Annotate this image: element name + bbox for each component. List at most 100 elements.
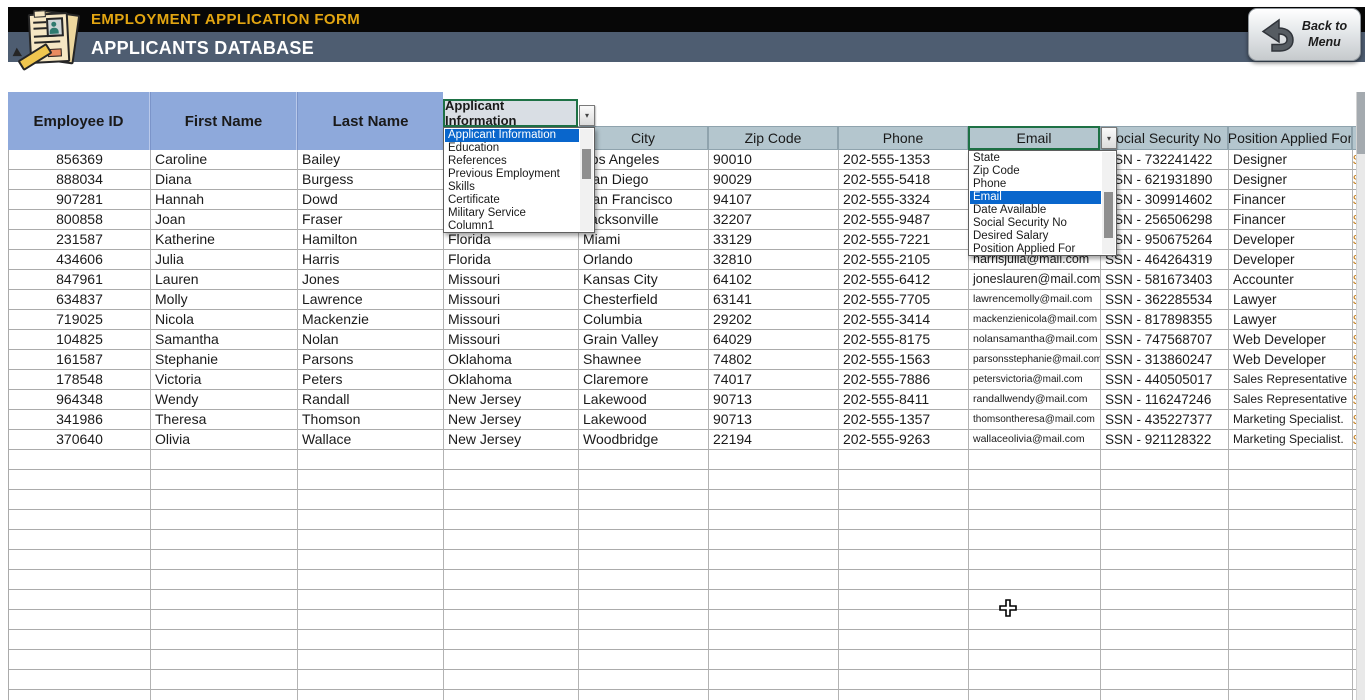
cell-empty[interactable] [9, 610, 151, 630]
cell-empty[interactable] [298, 590, 444, 610]
cell-empty[interactable] [1101, 650, 1229, 670]
cell-email[interactable]: thomsontheresa@mail.com [969, 410, 1101, 430]
cell-empty[interactable] [969, 450, 1101, 470]
cell-city[interactable]: San Diego [579, 170, 709, 190]
cell-ssn[interactable]: SSN - 921128322 [1101, 430, 1229, 450]
dropdown-option[interactable]: Education [445, 142, 579, 155]
cell-phone[interactable]: 202-555-9487 [839, 210, 969, 230]
cell-empty[interactable] [444, 530, 579, 550]
cell-zip[interactable]: 63141 [709, 290, 839, 310]
column-header-employee-id[interactable]: Employee ID [8, 92, 150, 150]
column-header-position-applied-for[interactable]: Position Applied For [1228, 126, 1352, 150]
cell-empty[interactable] [839, 570, 969, 590]
cell-id[interactable]: 964348 [9, 390, 151, 410]
cell-last[interactable]: Thomson [298, 410, 444, 430]
column-header-phone[interactable]: Phone [838, 126, 968, 150]
column-header-social-security-no[interactable]: Social Security No [1100, 126, 1228, 150]
cell-last[interactable]: Bailey [298, 150, 444, 170]
cell-ssn[interactable]: SSN - 747568707 [1101, 330, 1229, 350]
cell-ssn[interactable]: SSN - 313860247 [1101, 350, 1229, 370]
cell-zip[interactable]: 90010 [709, 150, 839, 170]
cell-city[interactable]: Orlando [579, 250, 709, 270]
column-header-email[interactable]: Email [968, 126, 1100, 150]
cell-id[interactable]: 634837 [9, 290, 151, 310]
cell-empty[interactable] [444, 690, 579, 700]
cell-empty[interactable] [969, 490, 1101, 510]
cell-empty[interactable] [9, 570, 151, 590]
cell-empty[interactable] [444, 670, 579, 690]
dropdown-option[interactable]: Social Security No [970, 217, 1101, 230]
cell-empty[interactable] [579, 590, 709, 610]
dropdown-option[interactable]: Zip Code [970, 165, 1101, 178]
cell-zip[interactable]: 74017 [709, 370, 839, 390]
cell-empty[interactable] [298, 570, 444, 590]
cell-position[interactable]: Developer [1229, 230, 1353, 250]
cell-empty[interactable] [709, 550, 839, 570]
cell-id[interactable]: 888034 [9, 170, 151, 190]
cell-first[interactable]: Hannah [151, 190, 298, 210]
cell-ssn[interactable]: SSN - 256506298 [1101, 210, 1229, 230]
cell-empty[interactable] [151, 530, 298, 550]
cell-state[interactable]: Missouri [444, 290, 579, 310]
cell-empty[interactable] [9, 670, 151, 690]
cell-empty[interactable] [151, 650, 298, 670]
cell-id[interactable]: 907281 [9, 190, 151, 210]
cell-empty[interactable] [1101, 510, 1229, 530]
cell-phone[interactable]: 202-555-6412 [839, 270, 969, 290]
cell-zip[interactable]: 90713 [709, 390, 839, 410]
cell-city[interactable]: Los Angeles [579, 150, 709, 170]
cell-first[interactable]: Katherine [151, 230, 298, 250]
cell-empty[interactable] [444, 590, 579, 610]
cell-position[interactable]: Designer [1229, 150, 1353, 170]
cell-city[interactable]: Lakewood [579, 410, 709, 430]
cell-empty[interactable] [969, 550, 1101, 570]
cell-last[interactable]: Burgess [298, 170, 444, 190]
cell-phone[interactable]: 202-555-8411 [839, 390, 969, 410]
cell-position[interactable]: Sales Representative [1229, 390, 1353, 410]
cell-zip[interactable]: 29202 [709, 310, 839, 330]
cell-empty[interactable] [9, 690, 151, 700]
cell-empty[interactable] [298, 610, 444, 630]
cell-empty[interactable] [1101, 690, 1229, 700]
cell-empty[interactable] [579, 690, 709, 700]
cell-id[interactable]: 231587 [9, 230, 151, 250]
cell-empty[interactable] [9, 590, 151, 610]
dropdown-option[interactable]: State [970, 152, 1101, 165]
cell-zip[interactable]: 74802 [709, 350, 839, 370]
cell-empty[interactable] [1101, 470, 1229, 490]
cell-empty[interactable] [839, 470, 969, 490]
cell-empty[interactable] [1229, 610, 1353, 630]
cell-empty[interactable] [969, 510, 1101, 530]
dropdown-option[interactable]: Certificate [445, 194, 579, 207]
cell-empty[interactable] [839, 630, 969, 650]
cell-phone[interactable]: 202-555-7221 [839, 230, 969, 250]
cell-position[interactable]: Financer [1229, 190, 1353, 210]
cell-empty[interactable] [444, 610, 579, 630]
cell-email[interactable]: joneslauren@mail.com [969, 270, 1101, 290]
cell-empty[interactable] [1101, 550, 1229, 570]
column-header-zip-code[interactable]: Zip Code [708, 126, 838, 150]
cell-empty[interactable] [9, 550, 151, 570]
cell-empty[interactable] [9, 450, 151, 470]
cell-empty[interactable] [709, 530, 839, 550]
cell-position[interactable]: Designer [1229, 170, 1353, 190]
cell-email[interactable]: parsonsstephanie@mail.com [969, 350, 1101, 370]
dropdown-option[interactable]: Military Service [445, 207, 579, 220]
cell-last[interactable]: Parsons [298, 350, 444, 370]
cell-ssn[interactable]: SSN - 581673403 [1101, 270, 1229, 290]
cell-empty[interactable] [151, 670, 298, 690]
cell-position[interactable]: Web Developer [1229, 350, 1353, 370]
cell-empty[interactable] [444, 510, 579, 530]
cell-id[interactable]: 847961 [9, 270, 151, 290]
chevron-down-icon[interactable]: ▾ [579, 105, 595, 126]
cell-first[interactable]: Victoria [151, 370, 298, 390]
cell-empty[interactable] [709, 630, 839, 650]
vertical-scrollbar[interactable] [1356, 92, 1365, 700]
cell-zip[interactable]: 94107 [709, 190, 839, 210]
cell-empty[interactable] [1229, 530, 1353, 550]
cell-empty[interactable] [969, 530, 1101, 550]
cell-phone[interactable]: 202-555-1357 [839, 410, 969, 430]
cell-empty[interactable] [298, 670, 444, 690]
cell-empty[interactable] [1229, 450, 1353, 470]
cell-first[interactable]: Diana [151, 170, 298, 190]
